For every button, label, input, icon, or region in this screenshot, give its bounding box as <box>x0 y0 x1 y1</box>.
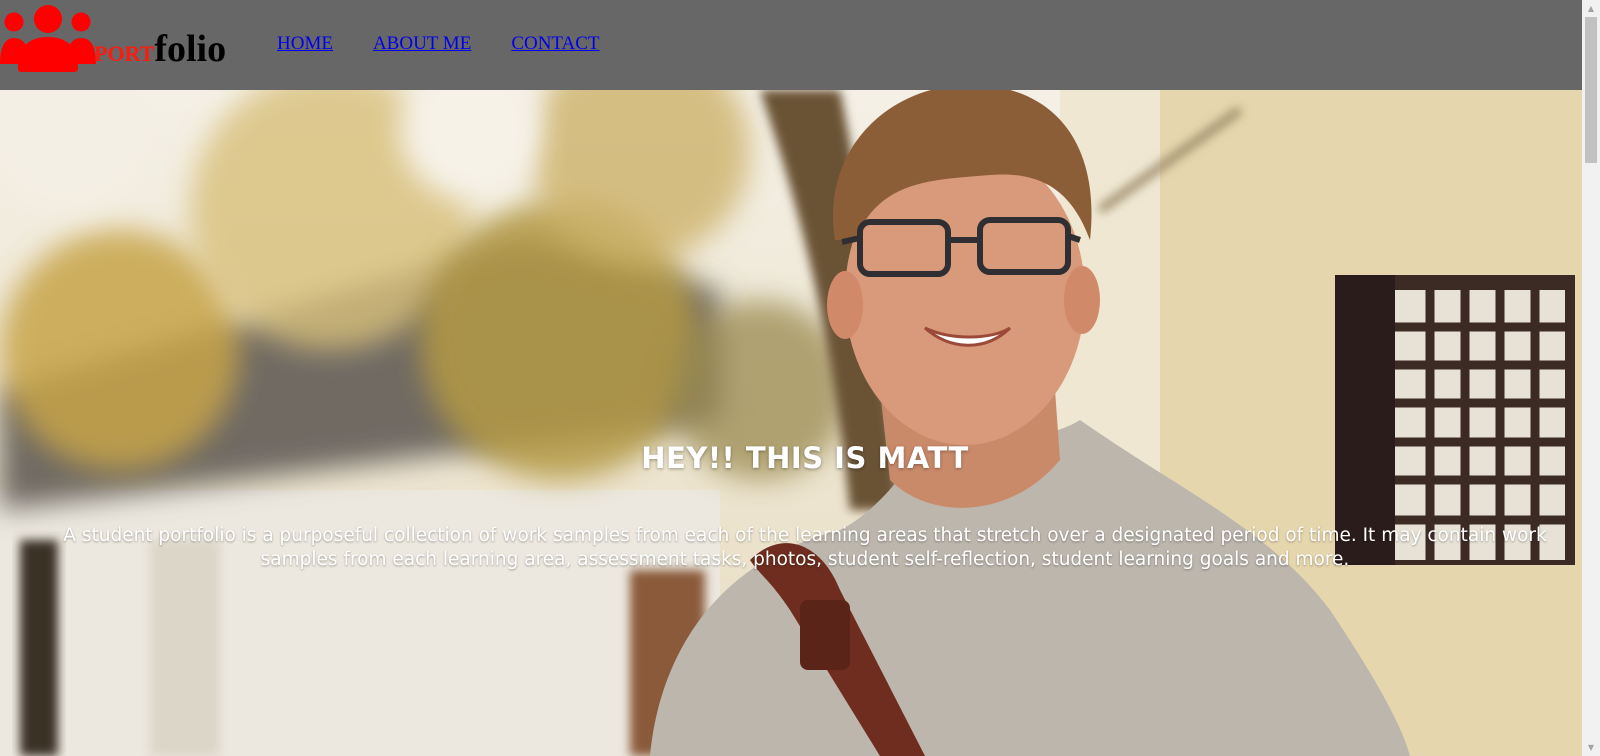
scrollbar-thumb[interactable] <box>1585 17 1597 163</box>
hero-title: HEY!! THIS IS MATT <box>641 441 969 476</box>
brand-folio-text: folio <box>154 28 227 70</box>
brand-wordmark: PORTfolio <box>94 30 226 68</box>
main-nav: HOME ABOUT ME CONTACT <box>277 33 600 55</box>
arrow-down-icon[interactable]: ▼ <box>1582 739 1600 756</box>
nav-about-link[interactable]: ABOUT ME <box>373 33 471 55</box>
site-logo[interactable]: PORTfolio <box>0 0 240 90</box>
hero-description: A student portfolio is a purposeful coll… <box>63 524 1547 571</box>
nav-contact-link[interactable]: CONTACT <box>511 33 599 55</box>
vertical-scrollbar[interactable]: ▲ ▼ <box>1582 0 1600 756</box>
brand-port-text: PORT <box>94 41 155 66</box>
hero-section: HEY!! THIS IS MATT A student portfolio i… <box>0 90 1582 756</box>
hero-photo <box>0 90 1582 756</box>
site-header: PORTfolio HOME ABOUT ME CONTACT <box>0 0 1582 90</box>
nav-home-link[interactable]: HOME <box>277 33 333 55</box>
arrow-up-icon[interactable]: ▲ <box>1582 0 1600 17</box>
group-users-icon <box>0 5 96 72</box>
